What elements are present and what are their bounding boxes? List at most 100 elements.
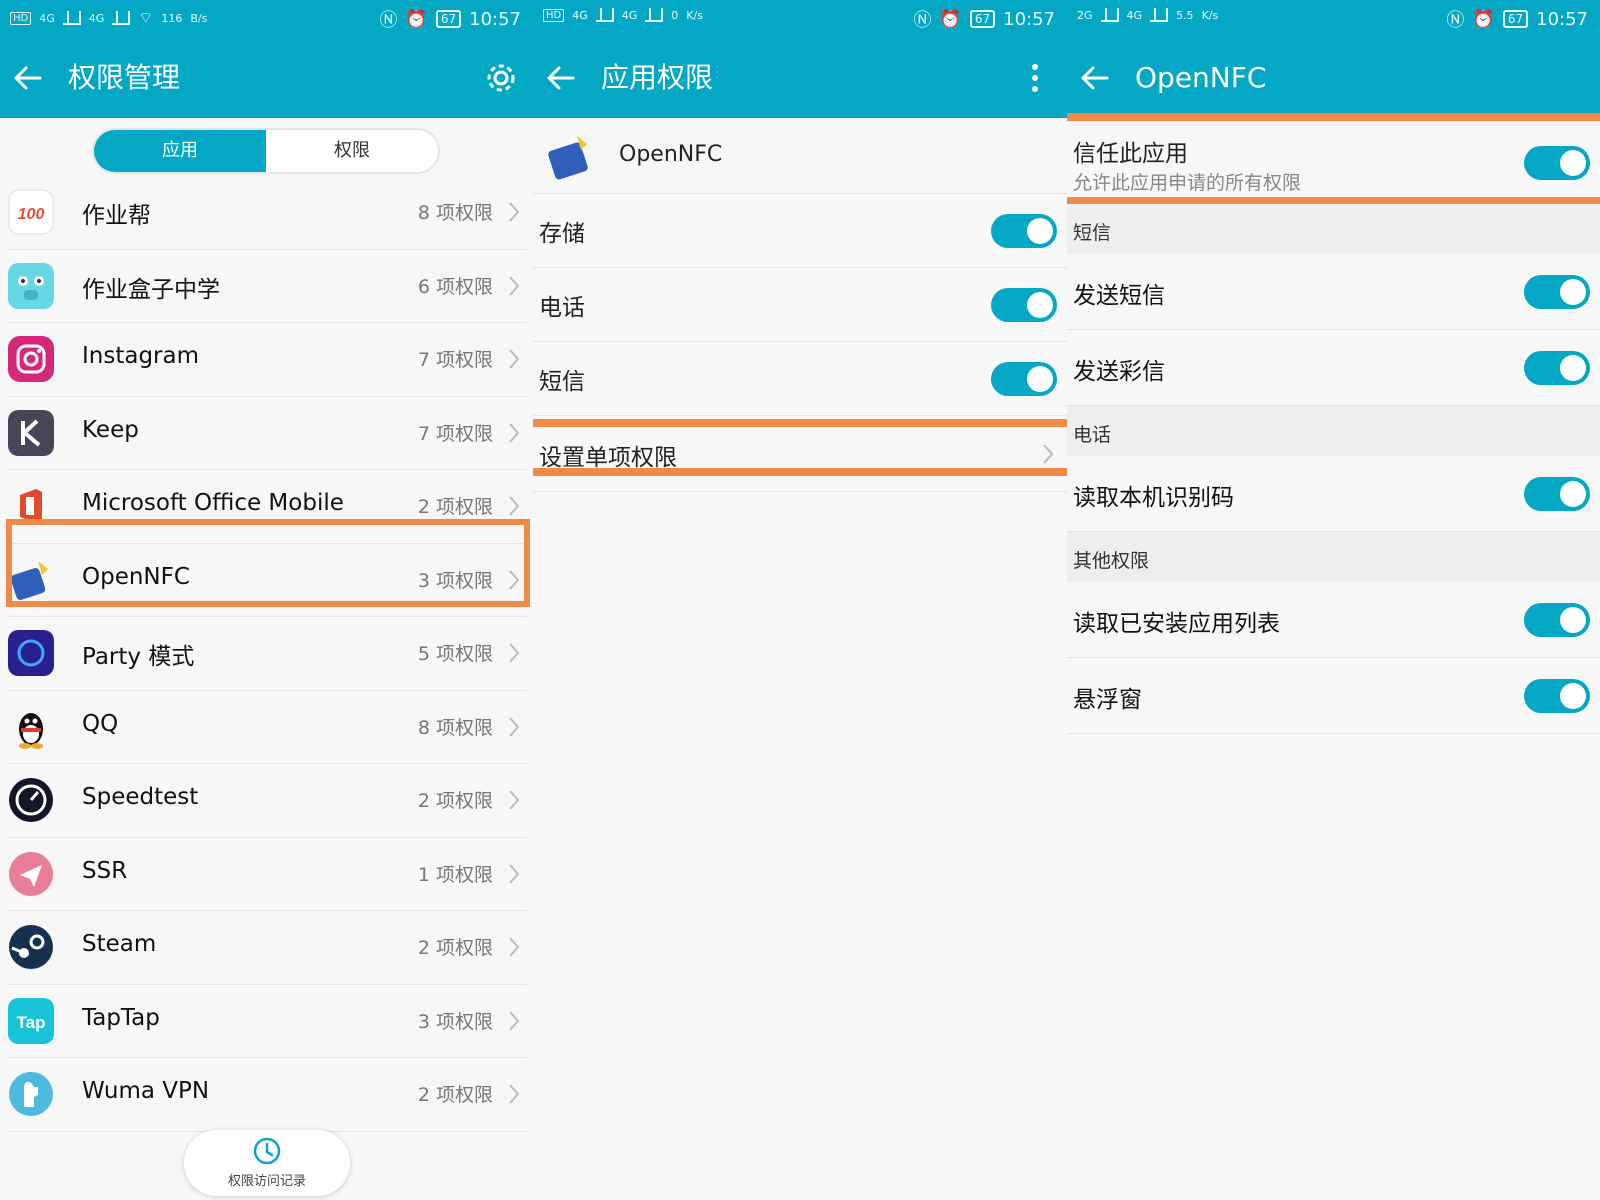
permission-toggle[interactable] [991,288,1057,322]
alarm-icon: ⏰ [405,8,428,30]
permission-count: 6 项权限 [417,275,493,298]
section-label: 电话 [1073,424,1112,446]
app-row[interactable]: 100 作业帮 8 项权限 [8,176,527,250]
permission-row[interactable]: 读取已安装应用列表 [1067,582,1600,658]
permission-toggle[interactable] [1524,275,1590,309]
svg-text:100: 100 [18,206,45,223]
app-row[interactable]: 作业盒子中学 6 项权限 [8,250,527,323]
battery-icon: 67 [969,10,996,28]
battery-icon: 67 [435,10,462,28]
permission-count: 8 项权限 [417,202,493,224]
back-arrow-icon[interactable] [543,60,579,96]
permission-row-storage[interactable]: 存储 [533,194,1067,268]
app-row[interactable]: SSR 1 项权限 [8,838,527,911]
permission-label: 发送彩信 [1073,359,1165,385]
permission-toggle[interactable] [1524,351,1590,385]
permission-toggle[interactable] [1524,679,1590,713]
app-row[interactable]: Keep 7 项权限 [8,397,527,470]
permission-row[interactable]: 读取本机识别码 [1067,456,1600,532]
permission-label: 悬浮窗 [1073,687,1142,713]
trust-toggle[interactable] [1524,146,1590,180]
speedtest-icon [9,778,53,822]
tab-apps[interactable]: 应用 [94,130,266,172]
status-bar: 2G 4G 5.5 K/s Ⓝ ⏰ 67 10:57 [1067,0,1600,38]
speed-unit: B/s [190,11,208,25]
permission-row[interactable]: 悬浮窗 [1067,658,1600,734]
network-label: 4G [621,8,638,22]
permission-row-sms[interactable]: 短信 [533,342,1067,416]
app-bar: 权限管理 [0,38,533,118]
wifi-icon: ⌔ [138,8,154,27]
single-permission-label: 设置单项权限 [539,445,677,471]
highlight-bottom [533,468,1067,476]
app-row[interactable]: Steam 2 项权限 [8,911,527,985]
back-arrow-icon[interactable] [10,60,46,96]
network-label: 2G [1077,8,1093,22]
app-name: OpenNFC [619,142,723,167]
app-name: Keep [82,416,139,443]
status-bar: HD 4G 4G ⌔ 116 B/s Ⓝ ⏰ 67 10:57 [0,0,533,38]
opennfc-icon [10,560,48,600]
app-bar: 应用权限 [533,38,1067,118]
permission-count: 5 项权限 [417,643,493,665]
permission-row[interactable]: 发送彩信 [1067,330,1600,406]
zuoyehezi-icon [8,262,54,309]
app-row[interactable]: Party 模式 5 项权限 [8,617,527,691]
app-row[interactable]: Speedtest 2 项权限 [8,764,527,838]
chevron-right-icon [509,716,520,737]
app-detail-permission-screen: 2G 4G 5.5 K/s Ⓝ ⏰ 67 10:57 OpenNFC 信任此应用… [1067,0,1600,1200]
app-name: OpenNFC [82,563,190,590]
permission-row[interactable]: 发送短信 [1067,254,1600,330]
app-row[interactable]: OpenNFC 3 项权限 [8,544,527,617]
permission-count: 2 项权限 [417,937,493,959]
app-name: SSR [82,857,128,884]
single-permission-row[interactable]: 设置单项权限 [533,418,1067,492]
gear-icon[interactable] [483,60,519,96]
permission-toggle[interactable] [1524,603,1590,637]
app-name: Microsoft Office Mobile [82,490,344,516]
more-options-icon[interactable] [1017,60,1053,96]
app-row[interactable]: Instagram 7 项权限 [8,323,527,397]
app-row[interactable]: Tap TapTap 3 项权限 [8,985,527,1058]
permission-row-phone[interactable]: 电话 [533,268,1067,342]
app-name: Party 模式 [82,644,195,670]
clock: 10:57 [1003,8,1055,30]
segmented-control: 应用 权限 [92,128,440,174]
permission-label: 短信 [539,369,585,395]
battery-icon: 67 [1502,10,1529,28]
chevron-right-icon [509,275,520,296]
chevron-right-icon [509,1010,520,1031]
app-name: Speedtest [82,784,199,810]
back-arrow-icon[interactable] [1077,60,1113,96]
keep-icon [8,409,54,456]
permission-toggle[interactable] [991,214,1057,248]
tab-permissions[interactable]: 权限 [266,130,438,172]
permission-count: 8 项权限 [417,716,493,739]
app-row[interactable]: Microsoft Office Mobile 2 项权限 [8,470,527,544]
trust-subtitle: 允许此应用申请的所有权限 [1073,172,1302,194]
signal-icon [62,11,81,25]
section-label: 其他权限 [1073,550,1150,572]
opennfc-icon [548,136,588,180]
section-header: 电话 [1067,406,1600,456]
permission-toggle[interactable] [991,362,1057,396]
app-row[interactable]: Wuma VPN 2 项权限 [8,1058,527,1132]
zuoyebang-icon: 100 [8,189,54,235]
page-title: 权限管理 [68,61,181,94]
app-row[interactable]: QQ 8 项权限 [8,691,527,764]
speed-unit: K/s [686,8,703,22]
nfc-icon: Ⓝ [913,10,932,31]
trust-app-row[interactable]: 信任此应用 允许此应用申请的所有权限 [1067,122,1600,202]
signal-icon [595,8,614,22]
chevron-right-icon [509,863,520,884]
permission-history-button[interactable]: 权限访问记录 [184,1130,350,1196]
alarm-icon: ⏰ [939,8,962,30]
chevron-right-icon [509,643,520,663]
screenshot-collage: HD 4G 4G ⌔ 116 B/s Ⓝ ⏰ 67 10:57 权限管理 应用 … [0,0,1600,1200]
speed-value: 5.5 [1176,8,1194,22]
permission-label: 读取已安装应用列表 [1073,611,1280,637]
permission-toggle[interactable] [1524,477,1590,511]
speed-value: 0 [671,8,679,22]
taptap-icon: Tap [8,997,54,1044]
permission-label: 读取本机识别码 [1073,485,1234,511]
